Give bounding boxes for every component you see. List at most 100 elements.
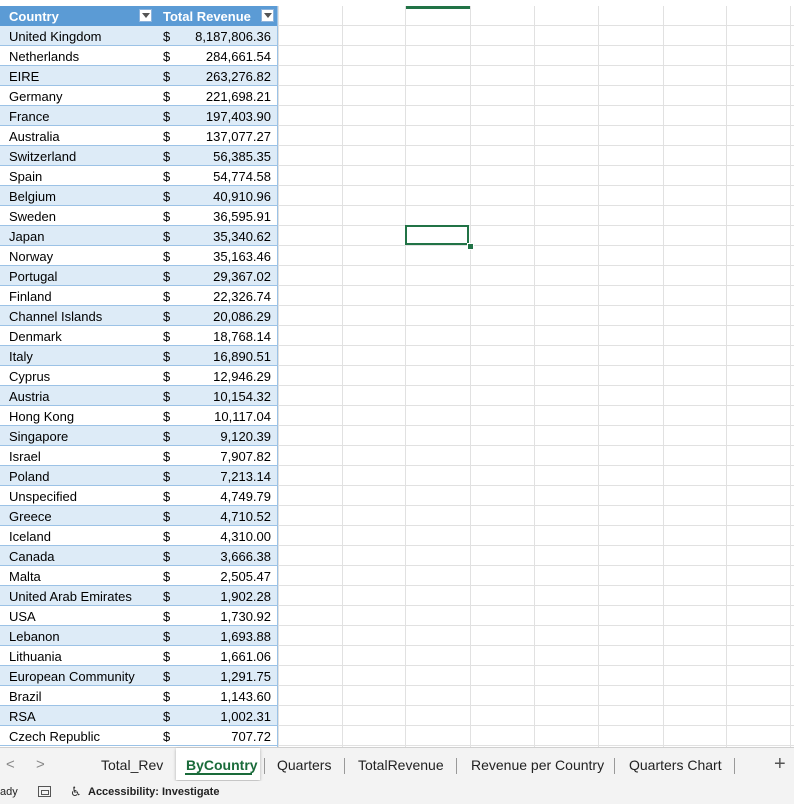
country-cell[interactable]: Australia bbox=[9, 129, 60, 144]
revenue-cell[interactable]: 2,505.47 bbox=[220, 569, 271, 584]
country-cell[interactable]: Portugal bbox=[9, 269, 57, 284]
country-cell[interactable]: Sweden bbox=[9, 209, 56, 224]
table-row[interactable]: Malta $2,505.47 bbox=[0, 566, 278, 586]
country-cell[interactable]: Israel bbox=[9, 449, 41, 464]
table-row[interactable]: Portugal $29,367.02 bbox=[0, 266, 278, 286]
revenue-cell[interactable]: 16,890.51 bbox=[213, 349, 271, 364]
accessibility-icon[interactable]: ♿ bbox=[70, 784, 82, 800]
table-row[interactable]: Singapore $9,120.39 bbox=[0, 426, 278, 446]
country-cell[interactable]: United Arab Emirates bbox=[9, 589, 132, 604]
table-row[interactable]: France $197,403.90 bbox=[0, 106, 278, 126]
tab-quarters-chart[interactable]: Quarters Chart bbox=[629, 757, 722, 773]
revenue-cell[interactable]: 35,163.46 bbox=[213, 249, 271, 264]
country-cell[interactable]: Iceland bbox=[9, 529, 51, 544]
revenue-cell[interactable]: 7,907.82 bbox=[220, 449, 271, 464]
revenue-cell[interactable]: 1,143.60 bbox=[220, 689, 271, 704]
table-row[interactable]: Channel Islands $20,086.29 bbox=[0, 306, 278, 326]
revenue-cell[interactable]: 18,768.14 bbox=[213, 329, 271, 344]
table-row[interactable]: Greece $4,710.52 bbox=[0, 506, 278, 526]
country-cell[interactable]: Japan bbox=[9, 229, 44, 244]
revenue-cell[interactable]: 1,730.92 bbox=[220, 609, 271, 624]
revenue-cell[interactable]: 8,187,806.36 bbox=[195, 29, 271, 44]
tab-total-rev[interactable]: Total_Rev bbox=[101, 757, 163, 773]
table-row[interactable]: Unspecified $4,749.79 bbox=[0, 486, 278, 506]
revenue-cell[interactable]: 4,749.79 bbox=[220, 489, 271, 504]
worksheet-grid[interactable]: Country Total Revenue United Kingdom $8,1… bbox=[0, 6, 794, 747]
table-row[interactable]: Austria $10,154.32 bbox=[0, 386, 278, 406]
revenue-cell[interactable]: 10,154.32 bbox=[213, 389, 271, 404]
revenue-cell[interactable]: 56,385.35 bbox=[213, 149, 271, 164]
country-cell[interactable]: Singapore bbox=[9, 429, 68, 444]
revenue-cell[interactable]: 3,666.38 bbox=[220, 549, 271, 564]
country-cell[interactable]: Switzerland bbox=[9, 149, 76, 164]
table-row[interactable]: Norway $35,163.46 bbox=[0, 246, 278, 266]
table-row[interactable]: Lebanon $1,693.88 bbox=[0, 626, 278, 646]
revenue-cell[interactable]: 1,002.31 bbox=[220, 709, 271, 724]
table-row[interactable]: Israel $7,907.82 bbox=[0, 446, 278, 466]
country-cell[interactable]: Hong Kong bbox=[9, 409, 74, 424]
country-cell[interactable]: United Kingdom bbox=[9, 29, 102, 44]
table-row[interactable]: Finland $22,326.74 bbox=[0, 286, 278, 306]
table-row[interactable]: Czech Republic $707.72 bbox=[0, 726, 278, 746]
table-row[interactable]: Netherlands $284,661.54 bbox=[0, 46, 278, 66]
revenue-filter-dropdown-icon[interactable] bbox=[261, 9, 274, 22]
country-cell[interactable]: Greece bbox=[9, 509, 52, 524]
table-row[interactable]: Denmark $18,768.14 bbox=[0, 326, 278, 346]
table-row[interactable]: Canada $3,666.38 bbox=[0, 546, 278, 566]
country-cell[interactable]: Lithuania bbox=[9, 649, 62, 664]
revenue-cell[interactable]: 1,693.88 bbox=[220, 629, 271, 644]
country-cell[interactable]: European Community bbox=[9, 669, 135, 684]
revenue-cell[interactable]: 284,661.54 bbox=[206, 49, 271, 64]
country-cell[interactable]: Poland bbox=[9, 469, 49, 484]
revenue-cell[interactable]: 9,120.39 bbox=[220, 429, 271, 444]
tab-quarters[interactable]: Quarters bbox=[277, 757, 331, 773]
fill-handle[interactable] bbox=[467, 243, 474, 250]
country-cell[interactable]: Lebanon bbox=[9, 629, 60, 644]
table-row[interactable]: Brazil $1,143.60 bbox=[0, 686, 278, 706]
table-row[interactable]: United Arab Emirates $1,902.28 bbox=[0, 586, 278, 606]
table-row[interactable]: RSA $1,002.31 bbox=[0, 706, 278, 726]
table-row[interactable]: Italy $16,890.51 bbox=[0, 346, 278, 366]
table-row[interactable]: Iceland $4,310.00 bbox=[0, 526, 278, 546]
add-sheet-icon[interactable]: + bbox=[774, 753, 786, 776]
table-row[interactable]: Australia $137,077.27 bbox=[0, 126, 278, 146]
tab-totalrevenue[interactable]: TotalRevenue bbox=[358, 757, 444, 773]
country-cell[interactable]: Czech Republic bbox=[9, 729, 100, 744]
country-cell[interactable]: EIRE bbox=[9, 69, 39, 84]
table-row[interactable]: Germany $221,698.21 bbox=[0, 86, 278, 106]
revenue-cell[interactable]: 137,077.27 bbox=[206, 129, 271, 144]
country-cell[interactable]: Denmark bbox=[9, 329, 62, 344]
revenue-cell[interactable]: 54,774.58 bbox=[213, 169, 271, 184]
country-cell[interactable]: Norway bbox=[9, 249, 53, 264]
revenue-cell[interactable]: 197,403.90 bbox=[206, 109, 271, 124]
revenue-cell[interactable]: 1,902.28 bbox=[220, 589, 271, 604]
country-cell[interactable]: RSA bbox=[9, 709, 36, 724]
table-row[interactable]: Spain $54,774.58 bbox=[0, 166, 278, 186]
tab-revenue-per-country[interactable]: Revenue per Country bbox=[471, 757, 604, 773]
table-row[interactable]: Cyprus $12,946.29 bbox=[0, 366, 278, 386]
country-cell[interactable]: Unspecified bbox=[9, 489, 77, 504]
revenue-cell[interactable]: 4,310.00 bbox=[220, 529, 271, 544]
table-row[interactable]: Japan $35,340.62 bbox=[0, 226, 278, 246]
tab-bycountry[interactable]: ByCountry bbox=[186, 757, 258, 773]
revenue-cell[interactable]: 22,326.74 bbox=[213, 289, 271, 304]
country-cell[interactable]: Italy bbox=[9, 349, 33, 364]
revenue-cell[interactable]: 4,710.52 bbox=[220, 509, 271, 524]
table-row[interactable]: Poland $7,213.14 bbox=[0, 466, 278, 486]
country-cell[interactable]: Channel Islands bbox=[9, 309, 102, 324]
country-cell[interactable]: Austria bbox=[9, 389, 49, 404]
accessibility-status[interactable]: Accessibility: Investigate bbox=[88, 786, 219, 798]
revenue-cell[interactable]: 1,291.75 bbox=[220, 669, 271, 684]
revenue-cell[interactable]: 263,276.82 bbox=[206, 69, 271, 84]
revenue-cell[interactable]: 36,595.91 bbox=[213, 209, 271, 224]
table-row[interactable]: Belgium $40,910.96 bbox=[0, 186, 278, 206]
country-filter-dropdown-icon[interactable] bbox=[139, 9, 152, 22]
revenue-cell[interactable]: 1,661.06 bbox=[220, 649, 271, 664]
country-cell[interactable]: Finland bbox=[9, 289, 52, 304]
revenue-cell[interactable]: 707.72 bbox=[231, 729, 271, 744]
country-cell[interactable]: Cyprus bbox=[9, 369, 50, 384]
revenue-cell[interactable]: 221,698.21 bbox=[206, 89, 271, 104]
next-sheet-arrow-icon[interactable]: > bbox=[36, 756, 45, 773]
table-row[interactable]: United Kingdom $8,187,806.36 bbox=[0, 26, 278, 46]
table-row[interactable]: Sweden $36,595.91 bbox=[0, 206, 278, 226]
